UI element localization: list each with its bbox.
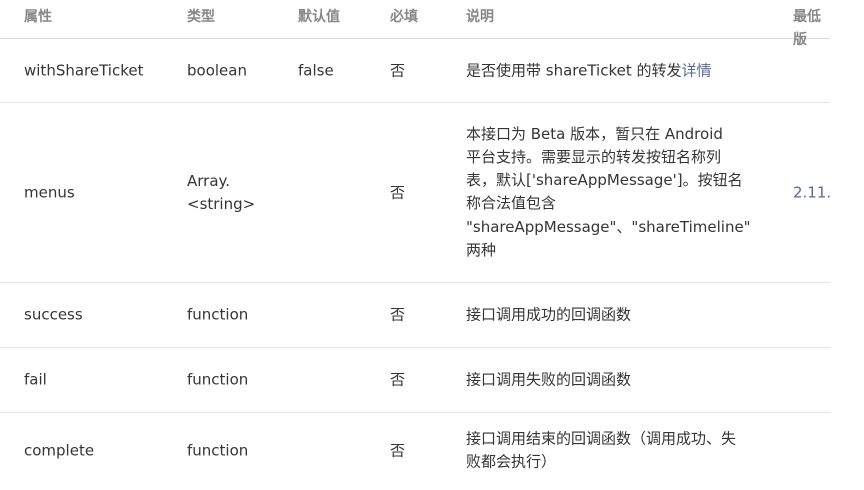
cell-min-version[interactable]: 2.11.	[793, 181, 831, 204]
table-header: 属性 类型 默认值 必填 说明 最低版	[0, 0, 830, 48]
description-line: "shareAppMessage"、"shareTimeline"	[466, 217, 751, 236]
type-line: Array.	[187, 171, 231, 190]
description-line: 称合法值包含	[466, 194, 557, 213]
description-line: 接口调用结束的回调函数（调用成功、失	[466, 429, 737, 448]
description-text: 是否使用带 shareTicket 的转发	[466, 61, 682, 79]
header-property: 属性	[24, 9, 52, 25]
header-description: 说明	[466, 9, 494, 25]
details-link[interactable]: 详情	[682, 61, 712, 79]
cell-description: 是否使用带 shareTicket 的转发详情	[466, 59, 766, 82]
cell-description: 接口调用成功的回调函数	[466, 305, 632, 324]
table-row: fail function 否 接口调用失败的回调函数	[0, 348, 830, 413]
cell-required: 否	[390, 441, 406, 460]
cell-property: menus	[24, 183, 75, 201]
cell-type: Array. <string>	[187, 170, 277, 216]
cell-required: 否	[390, 370, 406, 389]
cell-description: 本接口为 Beta 版本，暂只在 Android 平台支持。需要显示的转发按钮名…	[466, 123, 756, 263]
header-type: 类型	[187, 9, 215, 25]
description-line: 平台支持。需要显示的转发按钮名称列	[466, 147, 722, 166]
cell-type: function	[187, 370, 249, 389]
cell-type: boolean	[187, 61, 247, 79]
cell-required: 否	[390, 61, 406, 79]
description-line: 表，默认['shareAppMessage']。按钮名	[466, 171, 743, 190]
cell-description: 接口调用失败的回调函数	[466, 370, 632, 389]
type-line: <string>	[187, 194, 256, 213]
cell-type: function	[187, 441, 249, 460]
table-row: menus Array. <string> 否 本接口为 Beta 版本，暂只在…	[0, 103, 831, 283]
header-required: 必填	[390, 9, 418, 25]
table-row: withShareTicket boolean false 否 是否使用带 sh…	[0, 39, 830, 103]
cell-required: 否	[390, 305, 406, 324]
cell-type: function	[187, 305, 249, 324]
cell-description: 接口调用结束的回调函数（调用成功、失 败都会执行）	[466, 428, 756, 475]
description-line: 本接口为 Beta 版本，暂只在 Android	[466, 124, 723, 143]
description-line: 败都会执行）	[466, 453, 557, 471]
header-default: 默认值	[298, 9, 340, 25]
cell-property: withShareTicket	[24, 61, 144, 79]
cell-required: 否	[390, 183, 406, 201]
cell-default: false	[298, 61, 334, 79]
table-row: complete function 否 接口调用结束的回调函数（调用成功、失 败…	[0, 413, 830, 489]
cell-property: success	[24, 305, 83, 324]
table-row: success function 否 接口调用成功的回调函数	[0, 283, 830, 348]
cell-property: fail	[24, 370, 47, 389]
cell-property: complete	[24, 441, 95, 460]
description-line: 两种	[466, 241, 497, 260]
